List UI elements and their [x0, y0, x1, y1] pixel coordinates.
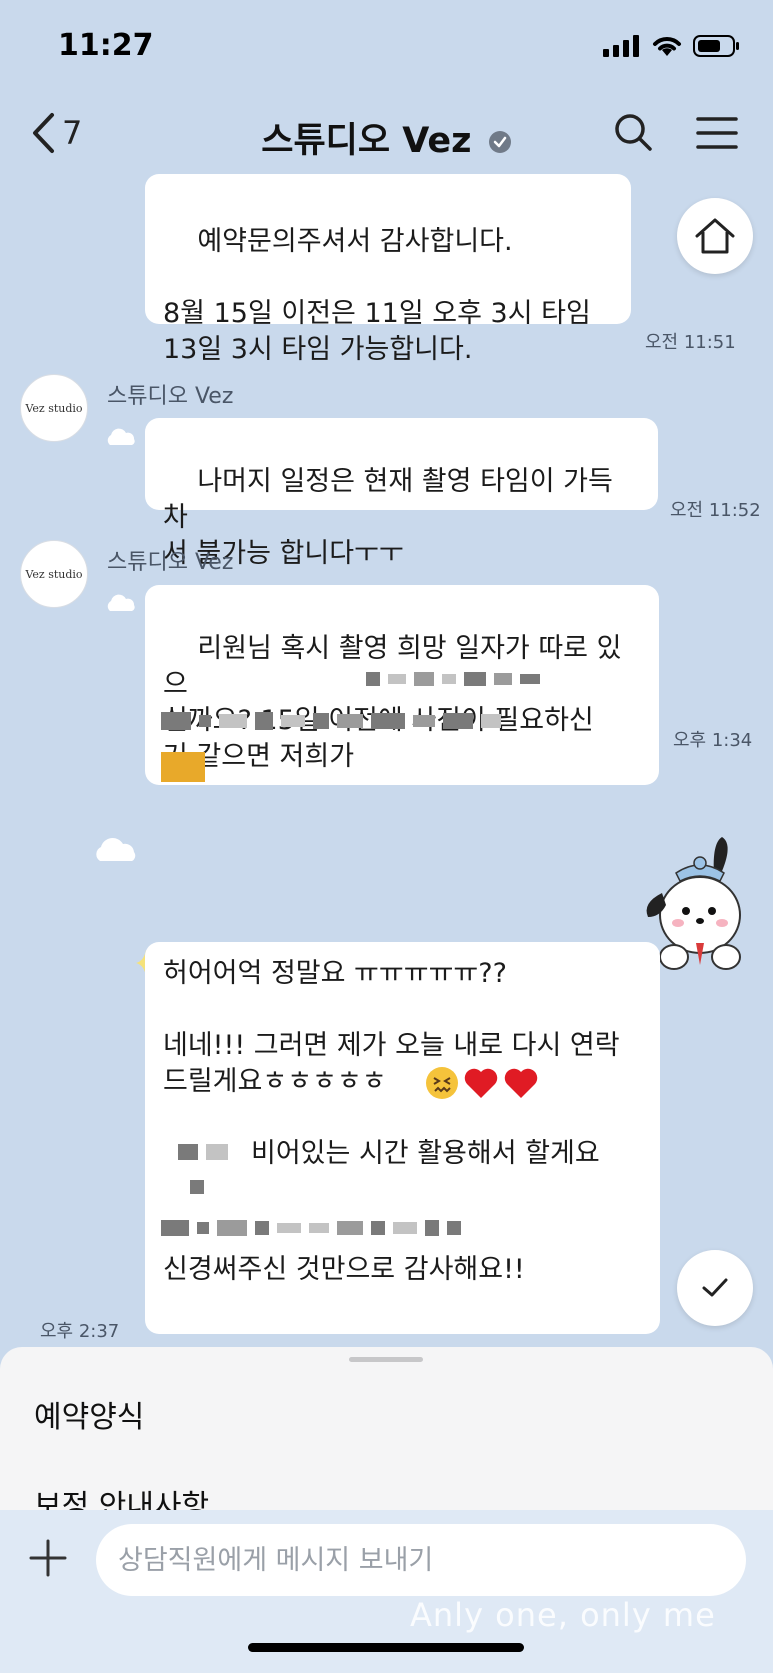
heart-icon: [464, 1068, 498, 1098]
message-input[interactable]: [96, 1524, 746, 1596]
quick-menu-item[interactable]: 예약양식: [34, 1392, 144, 1436]
chat-header: 7 스튜디오 Vez: [0, 100, 773, 175]
message-text: 허어어억 정말요 ㅠㅠㅠㅠㅠ??: [163, 958, 507, 989]
censored-block: [178, 1144, 228, 1160]
verified-badge-icon: [488, 131, 511, 153]
status-bar: 11:27: [0, 0, 773, 95]
message-bubble[interactable]: 예약문의주셔서 감사합니다. 8월 15일 이전은 11일 오후 3시 타임 1…: [145, 174, 631, 365]
sender-name: 스튜디오 Vez: [107, 384, 234, 409]
message-text: 예약문의주셔서 감사합니다. 8월 15일 이전은 11일 오후 3시 타임 1…: [163, 226, 591, 365]
avatar[interactable]: Vez studio: [20, 540, 88, 608]
sheet-handle[interactable]: [349, 1357, 423, 1362]
avatar[interactable]: Vez studio: [20, 374, 88, 442]
avatar-label: Vez studio: [25, 567, 83, 581]
message-bubble[interactable]: 허어어억 정말요 ㅠㅠㅠㅠㅠ?? 네네!!! 그러면 제가 오늘 내로 다시 연…: [145, 942, 660, 1334]
home-icon: [695, 218, 735, 254]
home-button[interactable]: [677, 198, 753, 274]
menu-icon: [696, 117, 738, 149]
quick-menu-sheet: 예약양식 보정 안내사항: [0, 1347, 773, 1517]
search-icon: [615, 114, 652, 151]
battery-icon: [693, 35, 739, 57]
message-text: 비어있는 시간 활용해서 할게요: [251, 1138, 600, 1169]
plus-icon: [29, 1539, 67, 1577]
scroll-down-button[interactable]: [677, 1250, 753, 1326]
censored-block: [190, 1180, 204, 1194]
avatar-label: Vez studio: [25, 401, 83, 415]
home-indicator[interactable]: [248, 1643, 524, 1652]
message-time: 오전 11:52: [670, 500, 761, 521]
sender-name: 스튜디오 Vez: [107, 550, 234, 575]
watermark: Anly one, only me: [410, 1596, 716, 1634]
message-time: 오후 2:37: [40, 1321, 120, 1342]
censored-block: [161, 1220, 461, 1236]
censored-block: [366, 672, 540, 686]
message-text: 신경써주신 것만으로 감사해요!!: [163, 1254, 525, 1285]
message-bubble[interactable]: 나머지 일정은 현재 촬영 타임이 가득 차 서 불가능 합니다ㅜㅜ: [145, 418, 658, 569]
chat-title-text: 스튜디오 Vez: [261, 121, 472, 161]
attach-button[interactable]: [28, 1538, 68, 1582]
chat-area[interactable]: 예약문의주셔서 감사합니다. 8월 15일 이전은 11일 오후 3시 타임 1…: [0, 174, 773, 1350]
check-icon: [702, 1278, 728, 1297]
cloud-icon: [107, 594, 135, 611]
message-time: 오후 1:34: [673, 730, 753, 751]
menu-button[interactable]: [696, 116, 738, 154]
status-icons: [603, 34, 741, 58]
censored-block: [161, 712, 501, 730]
message-text: 리원님 혹시 촬영 희망 일자가 따로 있으 실까요? 15일 이전에 사진이 …: [163, 633, 622, 772]
message-time: 오전 11:51: [645, 332, 736, 353]
message-text: 네네!!! 그러면 제가 오늘 내로 다시 연락 드릴게요ㅎㅎㅎㅎㅎ: [163, 1030, 620, 1097]
signal-icon: [603, 35, 639, 57]
message-input-bar: Anly one, only me: [0, 1510, 773, 1673]
search-button[interactable]: [613, 112, 653, 156]
emoji-group: [425, 1066, 539, 1100]
cloud-icon: [107, 428, 135, 445]
censored-block: [161, 752, 205, 782]
chat-title: 스튜디오 Vez: [0, 112, 773, 163]
annoyed-face-icon: [426, 1067, 458, 1099]
cloud-icon: [96, 838, 136, 861]
wifi-icon: [653, 37, 681, 56]
heart-icon: [504, 1068, 538, 1098]
status-time: 11:27: [58, 28, 154, 63]
